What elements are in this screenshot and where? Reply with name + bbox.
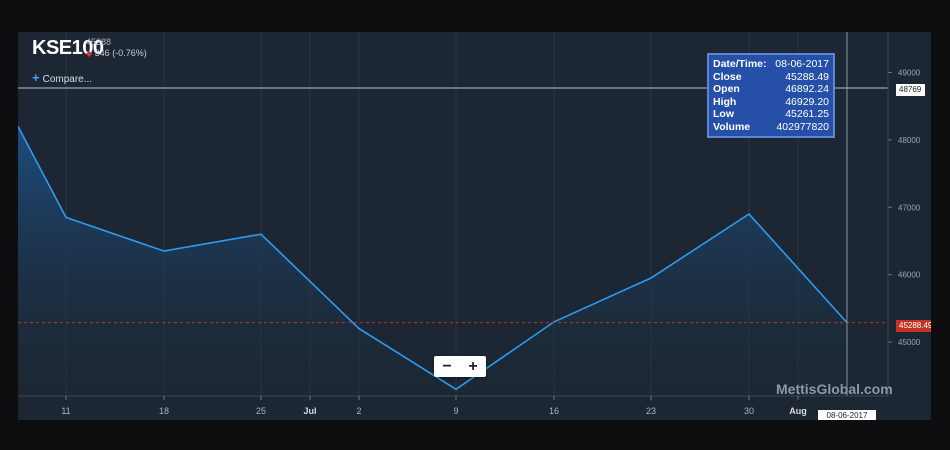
zoom-out-button[interactable]: −: [437, 358, 457, 376]
x-tick-label: 16: [549, 406, 559, 416]
y-tick-label: 46000: [898, 271, 921, 280]
zoom-in-button[interactable]: +: [463, 358, 483, 376]
tooltip-label: Volume: [713, 120, 751, 133]
tooltip-value: 402977820: [776, 120, 829, 133]
change-readout: ◆ 346 (-0.76%): [86, 48, 147, 58]
tooltip-label: Low: [713, 108, 734, 121]
tooltip-value: 46892.24: [785, 83, 829, 96]
last-value: 45288: [86, 37, 112, 47]
watermark: MettisGlobal.com: [776, 381, 893, 397]
tooltip-row: Low 45261.25: [713, 108, 829, 121]
compare-button[interactable]: + Compare...: [32, 70, 92, 85]
y-tick-label: 45000: [898, 338, 921, 347]
chart-frame: 45000 46000 47000 48000 49000 11 18 25 Jul 2 9 16 23…: [18, 32, 931, 420]
y-tick-label: 49000: [898, 68, 921, 77]
x-tick-label: 30: [744, 406, 754, 416]
down-arrow-icon: ◆: [86, 49, 93, 58]
tooltip-row: High 46929.20: [713, 96, 829, 109]
y-tick-label: 48000: [898, 136, 921, 145]
y-tick-label: 47000: [898, 203, 921, 212]
x-tick-label: 18: [159, 406, 169, 416]
crosshair-price-label: 48769: [896, 84, 926, 96]
tooltip-value: 45288.49: [785, 70, 829, 83]
tooltip-value: 45261.25: [785, 108, 829, 121]
plus-icon: +: [32, 70, 40, 85]
tooltip-value: 46929.20: [785, 95, 829, 108]
zoom-control: − +: [434, 356, 486, 377]
tooltip-value: 08-06-2017: [775, 58, 829, 70]
change-value: 346 (-0.76%): [94, 48, 147, 58]
compare-label: Compare...: [42, 74, 93, 85]
tooltip-label: Open: [713, 83, 740, 96]
x-tick-label: 2: [356, 406, 361, 416]
tooltip-label: High: [713, 95, 737, 108]
crosshair-date-label: 08-06-2017: [818, 410, 876, 420]
area-fill: [18, 126, 847, 397]
x-tick-label: 23: [646, 406, 656, 416]
x-tick-label: 9: [453, 406, 458, 416]
x-tick-label: Jul: [303, 406, 316, 416]
last-price-label: 45288.49: [896, 320, 931, 332]
tooltip-row: Open 46892.24: [713, 83, 829, 96]
tooltip-row: Close 45288.49: [713, 71, 829, 84]
tooltip-row: Date/Time: 08-06-2017: [713, 58, 829, 71]
tooltip-label: Date/Time:: [713, 58, 767, 70]
tooltip-label: Close: [713, 70, 742, 83]
x-tick-label: 25: [256, 406, 266, 416]
x-tick-label: 11: [61, 406, 70, 416]
tooltip-row: Volume 402977820: [713, 121, 829, 134]
data-tooltip: Date/Time: 08-06-2017 Close 45288.49 Open 468…: [707, 53, 835, 138]
x-tick-label: Aug: [789, 406, 807, 416]
